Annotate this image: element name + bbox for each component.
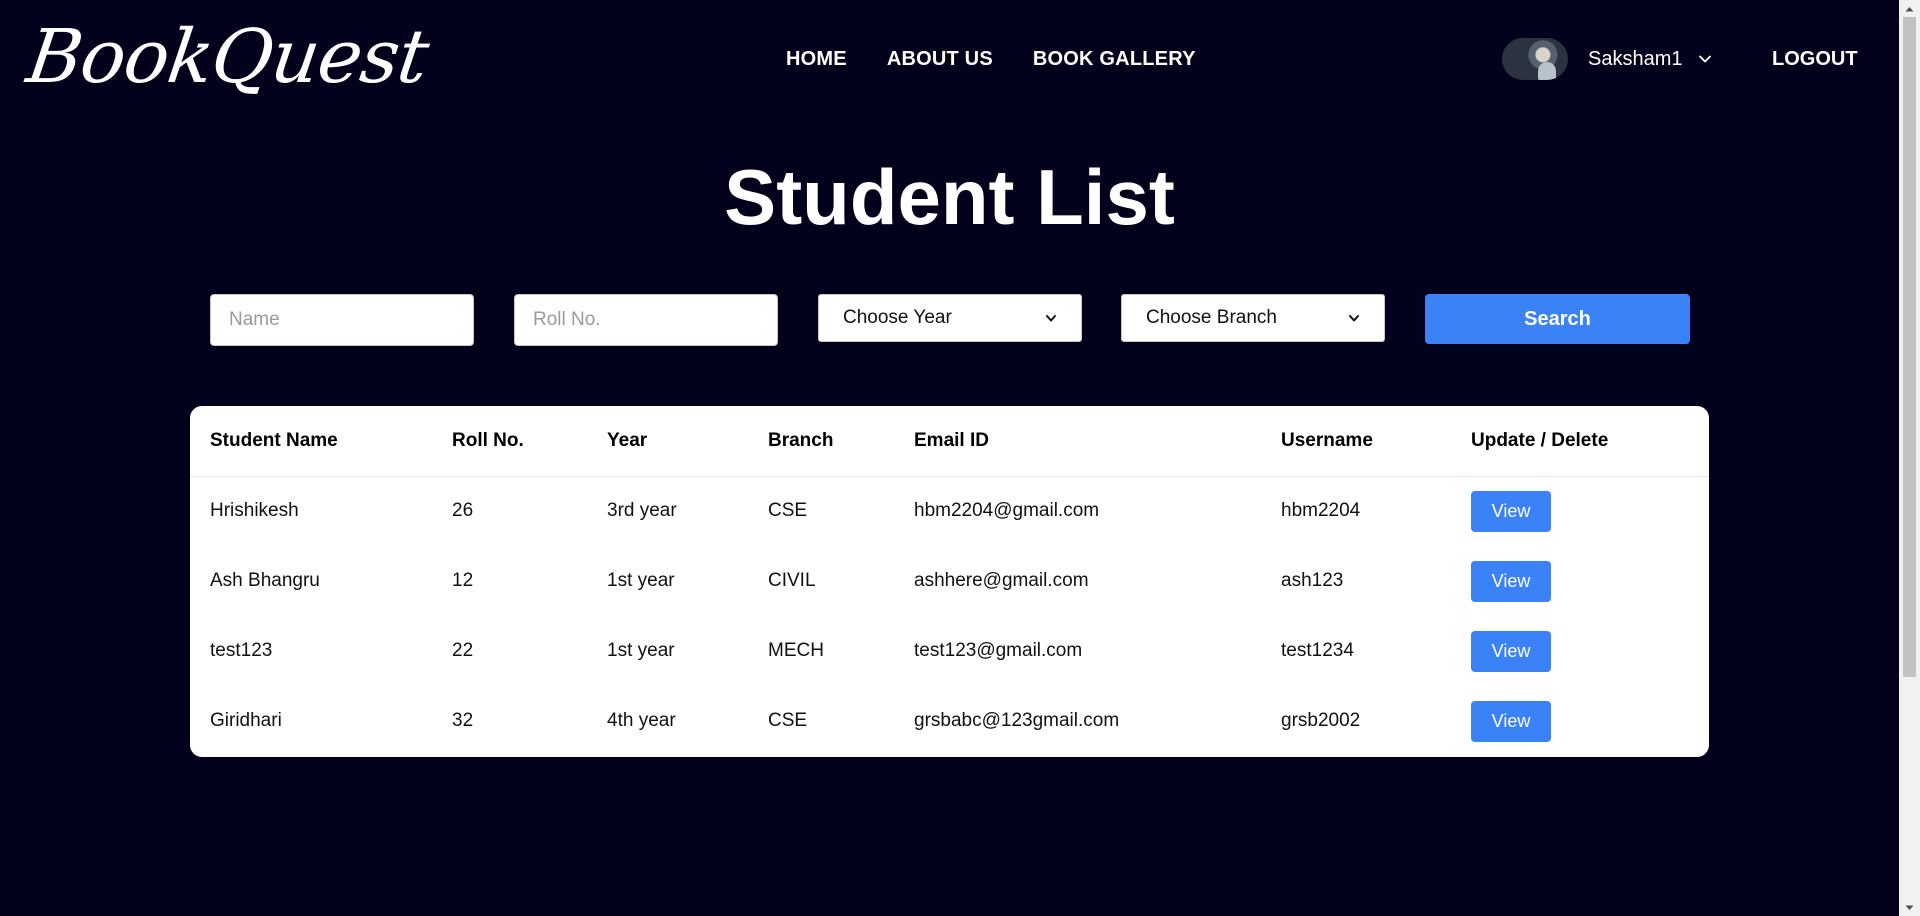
vertical-scrollbar[interactable]	[1899, 0, 1920, 916]
username[interactable]: Saksham1	[1588, 47, 1683, 71]
cell-action: View	[1451, 476, 1709, 546]
scroll-up-arrow-icon[interactable]	[1899, 0, 1920, 17]
student-table-card: Student Name Roll No. Year Branch Email …	[190, 406, 1709, 757]
view-button[interactable]: View	[1471, 560, 1551, 602]
cell-student-name: Ash Bhangru	[210, 570, 320, 591]
cell-username: ash123	[1281, 570, 1344, 591]
cell-roll-no: 22	[452, 640, 474, 661]
branch-select[interactable]: Choose Branch	[1121, 294, 1385, 342]
cell-year: 4th year	[607, 710, 676, 731]
page-title: Student List	[724, 153, 1175, 241]
page: BookQuest HOME ABOUT US BOOK GALLERY Sak…	[0, 0, 1899, 916]
table-header-row: Student Name Roll No. Year Branch Email …	[190, 406, 1709, 477]
nav-home[interactable]: HOME	[786, 47, 847, 71]
logo[interactable]: BookQuest	[22, 12, 434, 102]
cell-action: View	[1451, 546, 1709, 616]
nav-about-us[interactable]: ABOUT US	[887, 47, 993, 71]
cell-branch: CSE	[768, 500, 808, 522]
header-update-delete: Update / Delete	[1451, 406, 1709, 477]
table-row: Hrishikesh 26 3rd year CSE hbm2204@gmail…	[190, 476, 1709, 546]
cell-student-name: Giridhari	[210, 710, 282, 731]
cell-email: hbm2204@gmail.com	[914, 500, 1100, 522]
header-branch: Branch	[748, 406, 894, 477]
scrollbar-thumb[interactable]	[1903, 17, 1916, 677]
table-row: Ash Bhangru 12 1st year CIVIL ashhere@gm…	[190, 546, 1709, 616]
search-button[interactable]: Search	[1425, 294, 1690, 344]
table-row: Giridhari 32 4th year CSE grsbabc@123gma…	[190, 686, 1709, 756]
cell-branch: CIVIL	[768, 570, 816, 591]
header-email-id: Email ID	[894, 406, 1261, 477]
cell-student-name: test123	[210, 640, 273, 661]
cell-roll-no: 12	[452, 570, 474, 591]
cell-username: test1234	[1281, 640, 1354, 661]
view-button[interactable]: View	[1471, 700, 1551, 742]
nav-book-gallery[interactable]: BOOK GALLERY	[1033, 47, 1196, 71]
cell-action: View	[1451, 616, 1709, 686]
user-menu[interactable]: Saksham1	[1502, 38, 1713, 80]
year-select-value: Choose Year	[843, 307, 952, 328]
cell-year: 1st year	[607, 570, 675, 591]
select-arrow-icon	[1349, 315, 1359, 322]
select-arrow-icon	[1046, 315, 1056, 322]
cell-roll-no: 26	[452, 500, 474, 522]
name-input[interactable]	[210, 294, 474, 346]
cell-email: ashhere@gmail.com	[914, 570, 1089, 591]
year-select[interactable]: Choose Year	[818, 294, 1082, 342]
view-button[interactable]: View	[1471, 490, 1551, 532]
cell-username: grsb2002	[1281, 710, 1361, 731]
view-button[interactable]: View	[1471, 630, 1551, 672]
header-year: Year	[587, 406, 748, 477]
cell-branch: MECH	[768, 640, 824, 661]
header-student-name: Student Name	[190, 406, 432, 477]
branch-select-value: Choose Branch	[1146, 307, 1277, 328]
cell-email: grsbabc@123gmail.com	[914, 710, 1120, 731]
avatar[interactable]	[1502, 38, 1568, 80]
cell-username: hbm2204	[1281, 500, 1361, 522]
cell-student-name: Hrishikesh	[210, 500, 299, 522]
cell-branch: CSE	[768, 710, 808, 731]
cell-roll-no: 32	[452, 710, 474, 731]
scroll-down-arrow-icon[interactable]	[1899, 899, 1920, 916]
cell-year: 3rd year	[607, 500, 677, 522]
logout-button[interactable]: LOGOUT	[1772, 47, 1858, 71]
chevron-down-icon[interactable]	[1697, 51, 1713, 67]
roll-number-input[interactable]	[514, 294, 778, 346]
table-row: test123 22 1st year MECH test123@gmail.c…	[190, 616, 1709, 686]
cell-action: View	[1451, 686, 1709, 756]
header-username: Username	[1261, 406, 1451, 477]
cell-email: test123@gmail.com	[914, 640, 1083, 661]
main-nav: HOME ABOUT US BOOK GALLERY	[786, 47, 1196, 71]
cell-year: 1st year	[607, 640, 675, 661]
student-table: Student Name Roll No. Year Branch Email …	[190, 406, 1709, 756]
header-roll-no: Roll No.	[432, 406, 587, 477]
